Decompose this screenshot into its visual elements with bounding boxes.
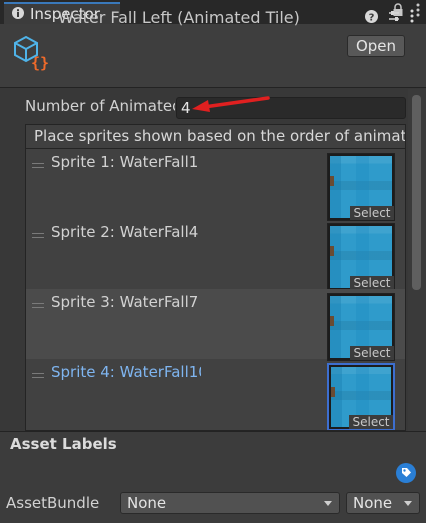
sprite-label: Sprite 2: WaterFall4 [51, 223, 199, 241]
assetbundle-label: AssetBundle [6, 494, 100, 512]
sprite-row-4[interactable]: Sprite 4: WaterFall10 Select [26, 359, 405, 430]
drag-handle-icon[interactable] [32, 233, 44, 238]
variant-value: None [353, 494, 393, 512]
sprite-row-1[interactable]: Sprite 1: WaterFall1 Select [26, 149, 405, 221]
help-icon[interactable]: ? [365, 9, 378, 27]
select-button[interactable]: Select [350, 346, 394, 360]
sprite-row-2[interactable]: Sprite 2: WaterFall4 Select [26, 219, 405, 291]
sprite-thumbnail[interactable]: Select [327, 293, 395, 361]
asset-title: Water Fall Left (Animated Tile) [58, 8, 300, 27]
scrollbar-thumb[interactable] [412, 95, 421, 290]
kebab-icon[interactable] [410, 9, 414, 27]
sprite-list: Sprite 1: WaterFall1 Select Sprite 2: Wa… [25, 148, 406, 431]
drag-handle-icon[interactable] [32, 373, 44, 378]
settings-icon[interactable] [387, 9, 401, 27]
select-button[interactable]: Select [349, 415, 393, 429]
assetbundle-value: None [127, 494, 167, 512]
sprite-label: Sprite 1: WaterFall1 [51, 153, 199, 171]
info-icon [12, 5, 24, 23]
chevron-down-icon [404, 501, 412, 506]
sprite-thumbnail[interactable]: Select [327, 363, 395, 430]
sprite-label: Sprite 4: WaterFall10 [51, 363, 201, 381]
sprite-label: Sprite 3: WaterFall7 [51, 293, 199, 311]
variant-dropdown[interactable]: None [346, 492, 420, 514]
number-of-sprites-label: Number of Animated Sprites [25, 97, 175, 115]
open-button[interactable]: Open [347, 35, 405, 57]
sprite-thumbnail[interactable]: Select [327, 223, 395, 291]
drag-handle-icon[interactable] [32, 303, 44, 308]
select-button[interactable]: Select [350, 276, 394, 290]
sprite-row-3[interactable]: Sprite 3: WaterFall7 Select [26, 289, 405, 361]
tile-asset-icon: {} [12, 34, 50, 76]
select-button[interactable]: Select [350, 206, 394, 220]
list-header: Place sprites shown based on the order o… [25, 124, 406, 148]
sprite-thumbnail[interactable]: Select [327, 153, 395, 221]
asset-labels-title: Asset Labels [10, 435, 117, 453]
tag-icon[interactable] [396, 463, 416, 487]
annotation-arrow-icon [190, 94, 270, 118]
header-controls: ? [365, 9, 414, 27]
chevron-down-icon [324, 501, 332, 506]
assetbundle-dropdown[interactable]: None [120, 492, 340, 514]
svg-text:?: ? [369, 13, 375, 24]
more-icon[interactable] [416, 3, 420, 21]
drag-handle-icon[interactable] [32, 163, 44, 168]
svg-text:{}: {} [31, 54, 49, 72]
